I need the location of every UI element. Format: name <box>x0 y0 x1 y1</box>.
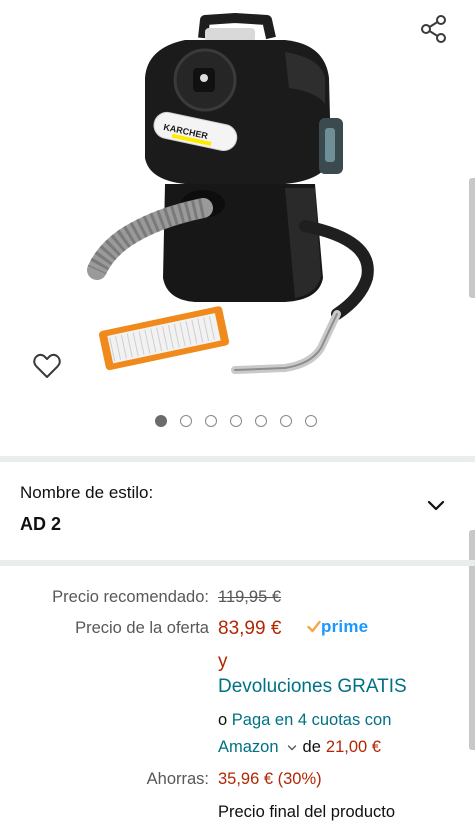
pager-dot-5[interactable] <box>255 415 267 427</box>
scrollbar-thumb[interactable] <box>469 178 475 298</box>
list-price-label: Precio recomendado: <box>52 588 209 606</box>
list-price: 119,95 € <box>218 588 282 606</box>
deal-price-label: Precio de la oferta <box>75 619 209 637</box>
installments-prefix: o <box>218 711 228 729</box>
pager-dot-3[interactable] <box>205 415 217 427</box>
installments-line: o Paga en 4 cuotas con <box>218 711 391 730</box>
product-image[interactable]: KARCHER <box>85 8 385 388</box>
style-selector[interactable]: Nombre de estilo: AD 2 <box>0 466 475 558</box>
heart-icon <box>33 353 61 378</box>
installments-line-2: Amazon de 21,00 € <box>218 738 381 757</box>
pager-dot-1[interactable] <box>155 415 167 427</box>
prime-label: prime <box>321 617 369 636</box>
chevron-down-icon[interactable] <box>425 496 447 514</box>
installments-amount: 21,00 € <box>325 738 381 756</box>
pager-dot-7[interactable] <box>305 415 317 427</box>
product-image-gallery[interactable]: KARCHER <box>0 0 475 452</box>
style-label: Nombre de estilo: <box>20 483 154 502</box>
prime-badge: prime <box>307 617 368 637</box>
conjunction-text: y <box>218 651 228 672</box>
chevron-down-icon[interactable] <box>287 744 297 752</box>
prime-check-icon <box>307 620 321 633</box>
pager-dot-6[interactable] <box>280 415 292 427</box>
savings-label: Ahorras: <box>146 770 209 788</box>
deal-price: 83,99 € <box>218 618 282 639</box>
final-price-note: Precio final del producto <box>218 803 396 821</box>
share-icon <box>421 15 446 43</box>
savings-value: 35,96 € (30%) <box>218 770 322 788</box>
pager-dot-2[interactable] <box>180 415 192 427</box>
section-divider <box>0 560 475 566</box>
style-value: AD 2 <box>20 514 62 534</box>
installments-link-amazon[interactable]: Amazon <box>218 738 279 757</box>
image-pager[interactable] <box>155 413 317 429</box>
installments-link[interactable]: Paga en 4 cuotas con <box>232 711 392 729</box>
add-to-wishlist-button[interactable] <box>30 350 64 382</box>
section-divider <box>0 456 475 462</box>
share-button[interactable] <box>418 12 450 46</box>
installments-of: de <box>302 738 321 756</box>
pager-dot-4[interactable] <box>230 415 242 427</box>
free-returns-link[interactable]: Devoluciones GRATIS <box>218 676 407 698</box>
